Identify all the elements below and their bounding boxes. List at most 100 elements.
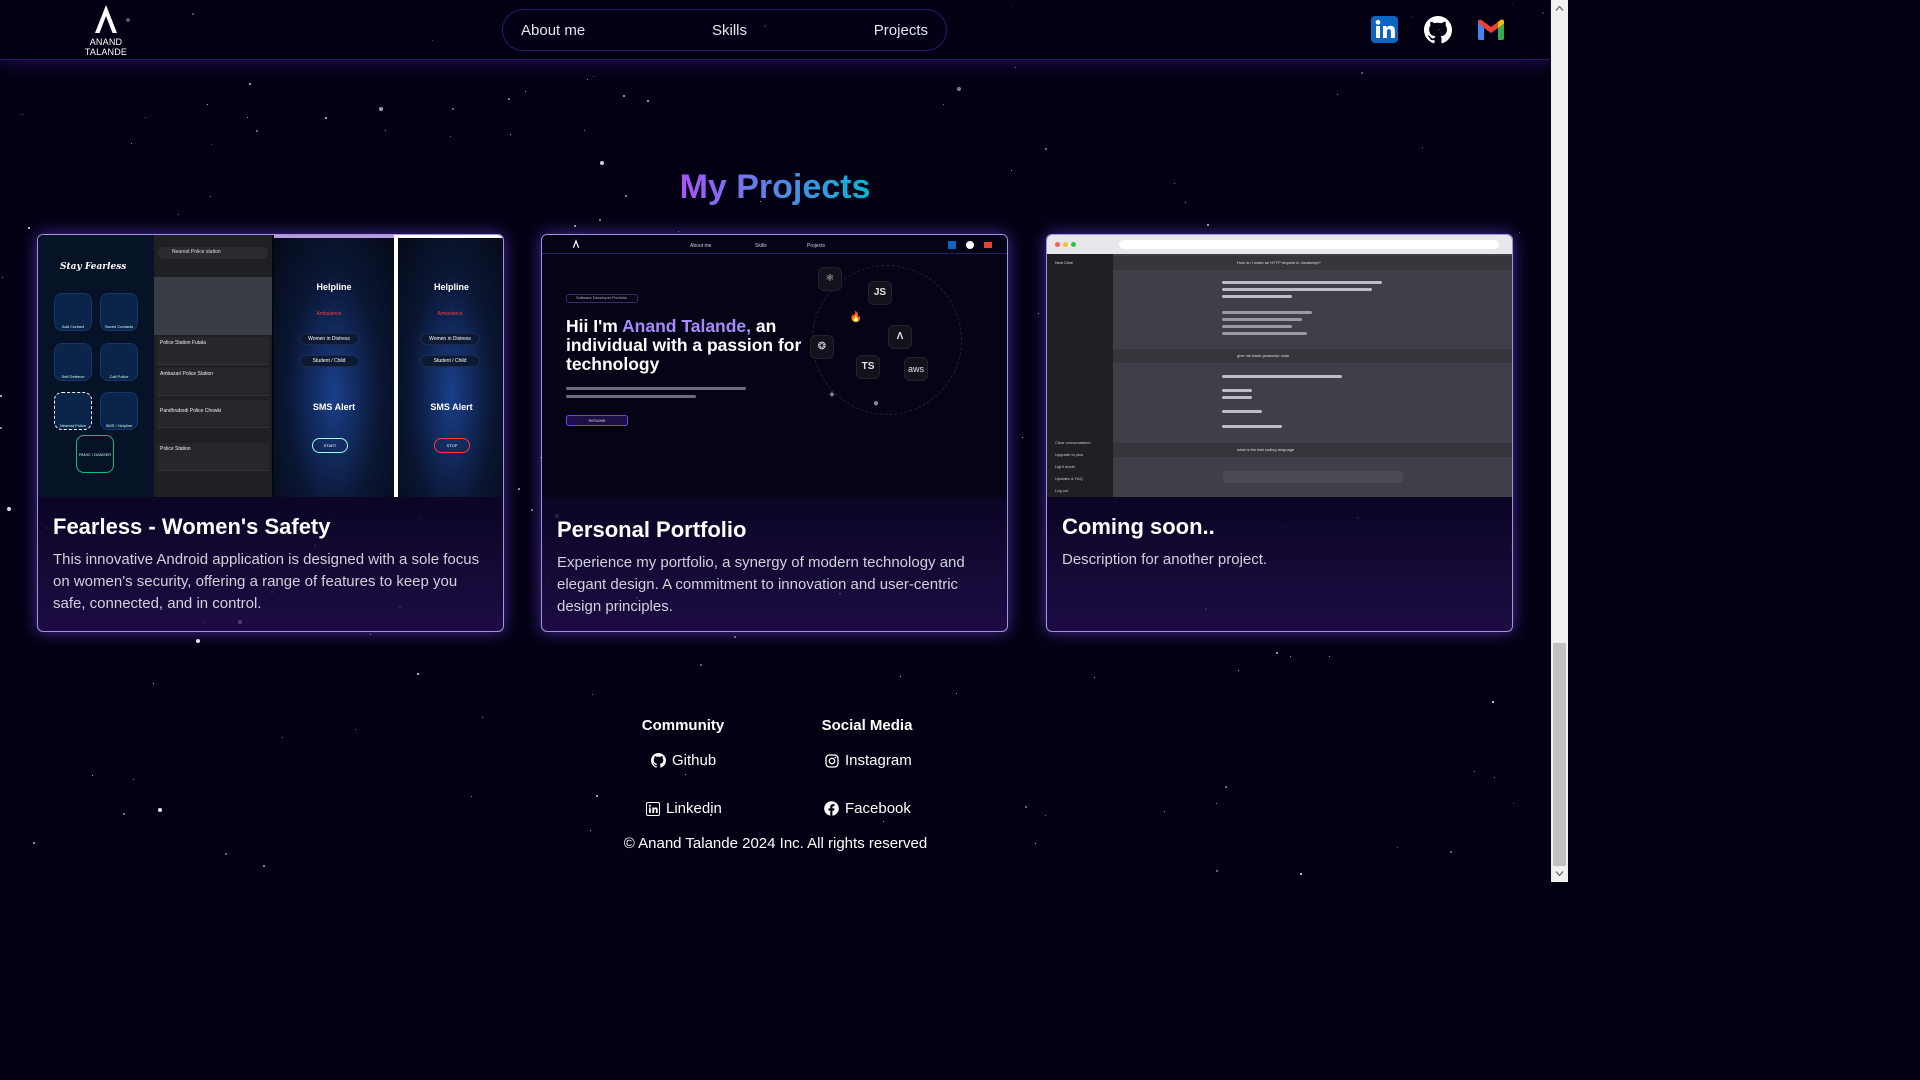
student-child-option: Student / Child — [420, 355, 480, 367]
sidebar-item: Clear conversations — [1055, 440, 1091, 445]
star — [883, 821, 884, 822]
github-icon[interactable] — [1424, 16, 1452, 49]
projects-heading: My Projects — [679, 168, 871, 206]
sidebar-item: Upgrade to plus — [1055, 452, 1084, 457]
star — [123, 813, 125, 815]
footer-github-link[interactable]: Github — [651, 752, 716, 769]
project-card-coming-soon[interactable]: New Chat Clear conversations Upgrade to … — [1046, 234, 1513, 632]
star — [685, 774, 686, 775]
star — [1038, 313, 1039, 314]
mini-nav-projects: Projects — [807, 243, 826, 249]
scrollbar-thumb[interactable] — [1553, 643, 1566, 866]
fearless-screenshot: Stay Fearless Add Contact Saved Contacts… — [38, 235, 503, 497]
star — [131, 143, 132, 144]
scroll-up-arrow-icon[interactable] — [1555, 4, 1564, 13]
map-area — [154, 277, 272, 335]
card-title: Coming soon.. — [1062, 514, 1215, 539]
star — [1337, 94, 1338, 95]
star — [956, 693, 957, 694]
star — [471, 796, 472, 797]
site-logo[interactable]: ANAND TALANDE — [68, 4, 144, 57]
star — [574, 225, 576, 227]
footer-facebook-link[interactable]: Facebook — [824, 800, 911, 817]
star — [1474, 771, 1475, 772]
star — [7, 507, 11, 511]
footer-instagram-link[interactable]: Instagram — [825, 752, 912, 769]
chat-question-text: How do I make an HTTP request in Javascr… — [1237, 260, 1321, 265]
hero-name: Anand Talande, — [622, 316, 752, 336]
copyright-text: © Anand Talande 2024 Inc. All rights res… — [623, 835, 928, 852]
add-contact-label: Add Contact — [61, 324, 84, 329]
star — [370, 634, 371, 635]
star — [452, 108, 454, 110]
nearest-police-label: Nearest Police — [59, 423, 86, 428]
helpline-title: Helpline — [316, 282, 352, 292]
star — [0, 427, 2, 429]
star — [593, 76, 594, 77]
star — [584, 130, 585, 131]
star — [1164, 811, 1165, 812]
main-nav: About me Skills Projects — [502, 9, 947, 51]
star — [482, 717, 483, 718]
sms-alert-title: SMS Alert — [312, 402, 356, 412]
gmail-icon[interactable] — [1478, 19, 1504, 45]
mini-hero-heading: Hii I'm Anand Talande, an individual wit… — [566, 317, 806, 374]
station-name: Police Station Futala — [160, 340, 206, 346]
footer-linkedin-label: Linkedin — [666, 800, 722, 817]
nav-projects[interactable]: Projects — [874, 18, 928, 43]
footer-linkedin-link[interactable]: Linkedin — [646, 800, 722, 817]
logo-mark-icon — [95, 5, 117, 33]
chat-question — [1113, 443, 1512, 457]
star — [247, 117, 248, 118]
star — [1015, 67, 1016, 68]
firebase-icon: 🔥 — [849, 312, 863, 323]
footer-community-heading: Community — [641, 717, 725, 734]
mini-resume-button: RESUME — [566, 415, 628, 426]
chat-question-text: give me basic javascript code — [1237, 353, 1290, 358]
star — [510, 134, 511, 135]
nav-about-me[interactable]: About me — [521, 18, 585, 43]
browser-bar — [1047, 235, 1512, 254]
star — [647, 100, 649, 102]
ambulance-option: Ambulance — [316, 311, 342, 317]
mini-linkedin-icon — [948, 241, 956, 249]
sidebar-item: Log out — [1055, 488, 1069, 493]
star — [1045, 148, 1047, 150]
star — [1276, 652, 1278, 654]
github-icon — [651, 753, 666, 768]
mini-github-icon — [966, 241, 974, 249]
star — [22, 114, 23, 115]
page-scrollbar[interactable] — [1551, 0, 1568, 882]
star — [133, 779, 134, 780]
star — [590, 830, 591, 831]
nearest-police-map-screen: Nearest Police station Police Station Fu… — [154, 235, 272, 497]
star — [518, 488, 520, 490]
star — [450, 136, 451, 137]
star — [28, 227, 30, 229]
star — [207, 104, 208, 105]
react-icon: ⚛ — [818, 267, 842, 291]
figma-icon: ✦ — [827, 390, 837, 401]
project-card-portfolio[interactable]: About me Skills Projects Software Develo… — [541, 234, 1008, 632]
star — [1238, 670, 1239, 671]
sidebar-new-chat: New Chat — [1055, 260, 1073, 265]
scroll-down-arrow-icon[interactable] — [1555, 869, 1564, 878]
star — [92, 775, 93, 776]
star — [0, 395, 2, 397]
nav-skills[interactable]: Skills — [712, 18, 747, 43]
hero-prefix: Hii I'm — [566, 316, 618, 336]
star — [178, 214, 179, 215]
star — [1207, 224, 1209, 226]
logo-text: ANAND TALANDE — [84, 37, 128, 57]
project-card-fearless[interactable]: Stay Fearless Add Contact Saved Contacts… — [37, 234, 504, 632]
star — [211, 144, 212, 145]
star — [596, 795, 598, 797]
star — [1513, 803, 1514, 804]
chat-app-screenshot: New Chat Clear conversations Upgrade to … — [1047, 235, 1512, 497]
star — [587, 79, 588, 80]
linkedin-icon[interactable] — [1371, 16, 1398, 48]
mini-nav-skills: Skills — [755, 243, 767, 249]
star — [2, 277, 3, 278]
star — [1290, 656, 1291, 657]
star — [600, 161, 604, 165]
